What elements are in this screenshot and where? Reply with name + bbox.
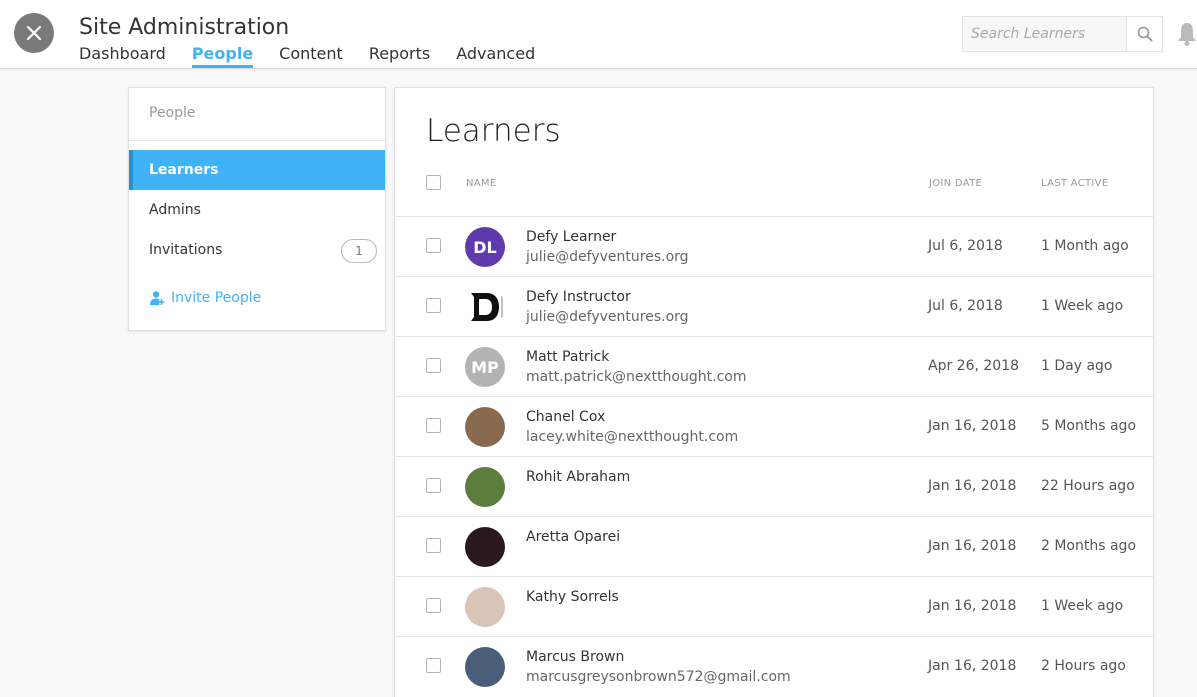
sidebar-item-label: Admins — [149, 202, 201, 218]
sidebar: People Learners Admins Invitations 1 Inv… — [128, 87, 386, 331]
learners-panel: Learners NAME JOIN DATE LAST ACTIVE DL De… — [394, 87, 1154, 697]
join-date: Jul 6, 2018 — [928, 238, 1003, 254]
table-row[interactable]: Marcus Brown marcusgreysonbrown572@gmail.… — [395, 636, 1153, 696]
sidebar-item-learners[interactable]: Learners — [129, 150, 385, 190]
sidebar-item-label: Invitations — [149, 242, 223, 258]
join-date: Jan 16, 2018 — [928, 478, 1017, 494]
close-button[interactable] — [14, 13, 54, 53]
last-active: 22 Hours ago — [1041, 478, 1135, 494]
learner-email: matt.patrick@nextthought.com — [526, 369, 747, 385]
row-checkbox[interactable] — [426, 358, 441, 373]
row-checkbox[interactable] — [426, 538, 441, 553]
tab-reports[interactable]: Reports — [369, 43, 430, 68]
table-row[interactable]: DL Defy Learner julie@defyventures.org Jul … — [395, 216, 1153, 276]
learner-email: lacey.white@nextthought.com — [526, 429, 739, 445]
tab-people[interactable]: People — [191, 43, 254, 68]
gothic-d-logo-icon — [471, 293, 503, 321]
row-checkbox[interactable] — [426, 598, 441, 613]
last-active: 5 Months ago — [1041, 418, 1137, 434]
search-box — [962, 16, 1163, 52]
learner-name[interactable]: Defy Instructor — [526, 289, 631, 305]
join-date: Jan 16, 2018 — [928, 538, 1017, 554]
column-header-name[interactable]: NAME — [466, 178, 496, 189]
learner-email: marcusgreysonbrown572@gmail.com — [526, 669, 791, 685]
select-all-checkbox[interactable] — [426, 175, 441, 190]
sidebar-item-admins[interactable]: Admins — [129, 190, 385, 230]
search-icon — [1137, 26, 1152, 42]
tab-advanced[interactable]: Advanced — [456, 43, 535, 68]
invite-people-link[interactable]: Invite People — [149, 290, 261, 306]
learner-name[interactable]: Defy Learner — [526, 229, 616, 245]
row-checkbox[interactable] — [426, 418, 441, 433]
learner-name[interactable]: Kathy Sorrels — [526, 589, 619, 605]
join-date: Jan 16, 2018 — [928, 418, 1017, 434]
table-row[interactable]: MP Matt Patrick matt.patrick@nextthought.c… — [395, 336, 1153, 396]
avatar — [465, 527, 505, 567]
avatar — [465, 407, 505, 447]
row-checkbox[interactable] — [426, 298, 441, 313]
invitations-count-badge: 1 — [341, 239, 377, 263]
table-row[interactable]: Aretta Oparei Jan 16, 2018 2 Months ago — [395, 516, 1153, 576]
sidebar-item-label: Learners — [149, 162, 219, 178]
learner-name[interactable]: Rohit Abraham — [526, 469, 630, 485]
tab-content[interactable]: Content — [279, 43, 343, 68]
table-row[interactable]: Rohit Abraham Jan 16, 2018 22 Hours ago — [395, 456, 1153, 516]
add-user-icon — [150, 291, 165, 305]
last-active: 2 Months ago — [1041, 538, 1137, 554]
table-row[interactable]: Kathy Sorrels Jan 16, 2018 1 Week ago — [395, 576, 1153, 636]
bell-icon[interactable] — [1177, 21, 1197, 47]
page-title: Learners — [426, 113, 561, 149]
join-date: Jul 6, 2018 — [928, 298, 1003, 314]
tab-dashboard[interactable]: Dashboard — [79, 43, 166, 68]
learner-email: julie@defyventures.org — [526, 249, 689, 265]
invite-people-label: Invite People — [171, 290, 262, 306]
column-header-join-date[interactable]: JOIN DATE — [929, 178, 982, 189]
avatar — [465, 647, 505, 687]
table-row[interactable]: Defy Instructor julie@defyventures.org Jul… — [395, 276, 1153, 336]
close-icon — [26, 25, 42, 41]
app-title: Site Administration — [79, 15, 290, 40]
last-active: 2 Hours ago — [1041, 658, 1126, 674]
row-checkbox[interactable] — [426, 238, 441, 253]
last-active: 1 Day ago — [1041, 358, 1113, 374]
row-checkbox[interactable] — [426, 658, 441, 673]
last-active: 1 Month ago — [1041, 238, 1129, 254]
avatar — [465, 467, 505, 507]
last-active: 1 Week ago — [1041, 298, 1124, 314]
main-nav: Dashboard People Content Reports Advance… — [79, 43, 561, 68]
learner-name[interactable]: Marcus Brown — [526, 649, 624, 665]
last-active: 1 Week ago — [1041, 598, 1124, 614]
search-input[interactable] — [963, 17, 1126, 51]
join-date: Jan 16, 2018 — [928, 598, 1017, 614]
join-date: Jan 16, 2018 — [928, 658, 1017, 674]
learner-name[interactable]: Chanel Cox — [526, 409, 605, 425]
learner-email: julie@defyventures.org — [526, 309, 689, 325]
avatar: DL — [465, 227, 505, 267]
learner-name[interactable]: Aretta Oparei — [526, 529, 620, 545]
select-all-checkbox-wrap — [426, 175, 441, 190]
top-header: Site Administration Dashboard People Con… — [0, 0, 1197, 69]
avatar — [465, 287, 505, 327]
sidebar-divider — [129, 140, 385, 141]
row-checkbox[interactable] — [426, 478, 441, 493]
table-row[interactable]: Chanel Cox lacey.white@nextthought.com Jan… — [395, 396, 1153, 456]
search-button[interactable] — [1126, 17, 1162, 51]
learner-name[interactable]: Matt Patrick — [526, 349, 609, 365]
join-date: Apr 26, 2018 — [928, 358, 1020, 374]
sidebar-title: People — [149, 105, 196, 121]
column-header-last-active[interactable]: LAST ACTIVE — [1041, 178, 1108, 189]
sidebar-item-invitations[interactable]: Invitations 1 — [129, 230, 385, 270]
avatar: MP — [465, 347, 505, 387]
avatar — [465, 587, 505, 627]
